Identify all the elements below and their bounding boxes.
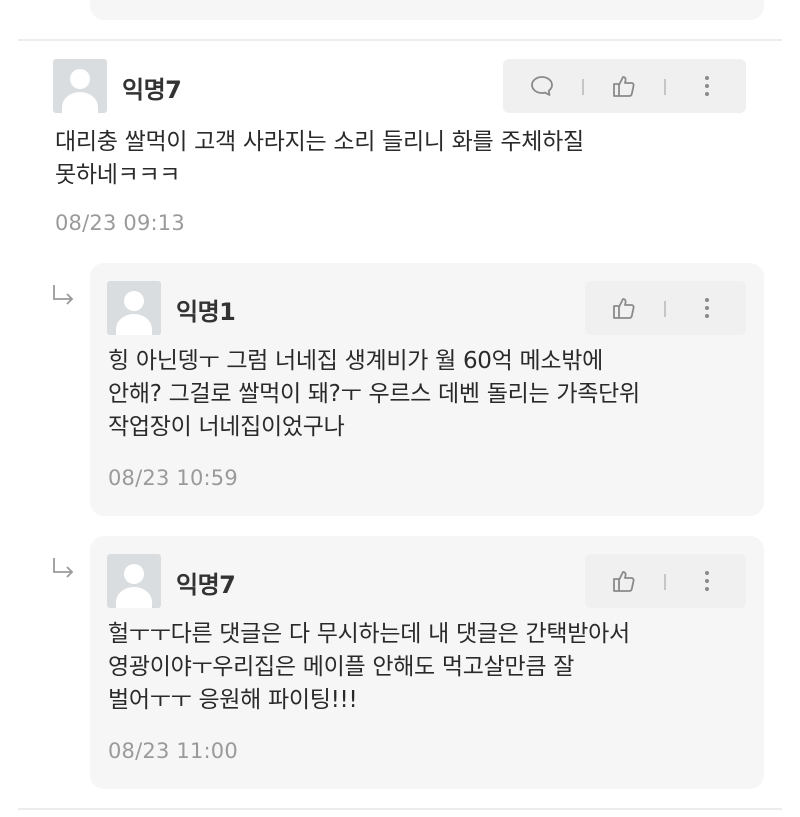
comment-timestamp: 08/23 09:13 bbox=[55, 211, 185, 235]
separator bbox=[664, 301, 666, 317]
more-vertical-icon[interactable] bbox=[692, 293, 722, 323]
reply-timestamp: 08/23 10:59 bbox=[108, 466, 238, 490]
avatar[interactable] bbox=[107, 554, 161, 608]
reply-timestamp: 08/23 11:00 bbox=[108, 739, 238, 763]
previous-comment-card bbox=[90, 0, 764, 20]
more-vertical-icon[interactable] bbox=[692, 71, 722, 101]
thumbs-up-icon[interactable] bbox=[609, 566, 639, 596]
reply-arrow-icon bbox=[53, 558, 74, 578]
comment-body: 대리충 쌀먹이 고객 사라지는 소리 들리니 화를 주체하질 못하네ㅋㅋㅋ bbox=[55, 129, 584, 188]
separator bbox=[582, 79, 584, 95]
avatar[interactable] bbox=[107, 281, 161, 335]
separator bbox=[664, 574, 666, 590]
more-vertical-icon[interactable] bbox=[692, 566, 722, 596]
reply-username[interactable]: 익명7 bbox=[176, 565, 236, 600]
avatar[interactable] bbox=[53, 59, 107, 113]
reply-action-bar bbox=[585, 554, 746, 608]
divider bbox=[18, 808, 782, 810]
separator bbox=[664, 79, 666, 95]
reply-action-bar bbox=[585, 281, 746, 335]
reply-card: 익명1 힝 아닌뎅ㅜ 그럼 너네집 생계비가 월 60억 메소밖에 안해? 그걸… bbox=[90, 263, 764, 516]
reply-username[interactable]: 익명1 bbox=[176, 292, 236, 327]
comment-action-bar bbox=[503, 59, 746, 113]
comment-username[interactable]: 익명7 bbox=[122, 70, 182, 105]
thumbs-up-icon[interactable] bbox=[609, 71, 639, 101]
speech-bubble-icon[interactable] bbox=[527, 71, 557, 101]
thumbs-up-icon[interactable] bbox=[609, 293, 639, 323]
divider bbox=[18, 39, 782, 41]
reply-body: 힝 아닌뎅ㅜ 그럼 너네집 생계비가 월 60억 메소밖에 안해? 그걸로 쌀먹… bbox=[108, 348, 640, 440]
reply-card: 익명7 헐ㅜㅜ다른 댓글은 다 무시하는데 내 댓글은 간택받아서 영광이야ㅜ우… bbox=[90, 536, 764, 789]
reply-arrow-icon bbox=[53, 285, 74, 305]
reply-body: 헐ㅜㅜ다른 댓글은 다 무시하는데 내 댓글은 간택받아서 영광이야ㅜ우리집은 … bbox=[108, 621, 630, 713]
